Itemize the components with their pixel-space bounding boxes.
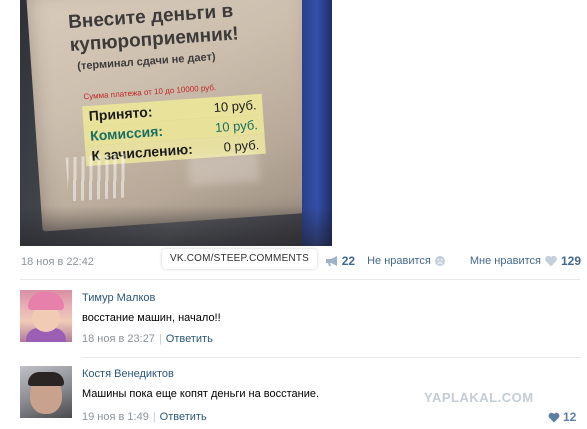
comment-text: восстание машин, начало!! <box>82 312 221 324</box>
dislike-label: Не нравится <box>367 255 431 267</box>
comment-like-count: 12 <box>563 410 577 424</box>
post-actions: 22 Не нравится Мне нравится 129 <box>315 254 581 268</box>
megaphone-icon <box>325 256 337 266</box>
comment-date[interactable]: 19 ноя в 1:49 <box>82 411 149 423</box>
avatar[interactable] <box>20 366 72 418</box>
comment-date[interactable]: 18 ноя в 23:27 <box>82 333 155 345</box>
post-photo[interactable]: Внесите деньги в купюроприемник! (термин… <box>20 0 332 246</box>
screen-glare <box>65 153 129 202</box>
row-value: 10 руб. <box>214 116 259 135</box>
like-button[interactable]: Мне нравится 129 <box>470 254 581 268</box>
comment-meta: 18 ноя в 23:27 | Ответить <box>82 333 213 345</box>
row-value: 10 руб. <box>213 96 257 115</box>
site-watermark: YAPLAKAL.COM <box>424 390 534 405</box>
photo-shadow <box>20 206 332 246</box>
comment-author[interactable]: Тимур Малков <box>82 292 155 304</box>
screen-glare <box>187 151 260 187</box>
dislike-button[interactable]: 22 Не нравится <box>325 254 450 268</box>
avatar[interactable] <box>20 290 72 342</box>
like-label: Мне нравится <box>469 255 541 267</box>
post-date[interactable]: 18 ноя в 22:42 <box>21 256 94 268</box>
separator: | <box>152 411 156 423</box>
heart-icon <box>548 412 560 422</box>
dislike-count: 22 <box>341 254 356 268</box>
reply-button[interactable]: Ответить <box>160 411 207 423</box>
heart-icon <box>545 255 557 267</box>
comment-meta: 19 ноя в 1:49 | Ответить <box>82 411 207 423</box>
divider <box>82 357 580 358</box>
like-count: 129 <box>560 254 581 268</box>
divider <box>20 279 580 280</box>
terminal-screen: Внесите деньги в купюроприемник! (термин… <box>26 0 325 232</box>
comment-author[interactable]: Костя Венедиктов <box>82 368 174 380</box>
row-label: Принято: <box>88 103 153 124</box>
comment-like-button[interactable]: 12 <box>548 410 576 424</box>
watermark-badge: VK.COM/STEEP.COMMENTS <box>162 249 318 269</box>
sad-face-icon <box>434 256 445 266</box>
separator: | <box>158 333 162 345</box>
comment-text: Машины пока еще копят деньги на восстани… <box>82 388 320 400</box>
reply-button[interactable]: Ответить <box>166 333 213 345</box>
screen-title: Внесите деньги в купюроприемник! <box>67 0 240 57</box>
